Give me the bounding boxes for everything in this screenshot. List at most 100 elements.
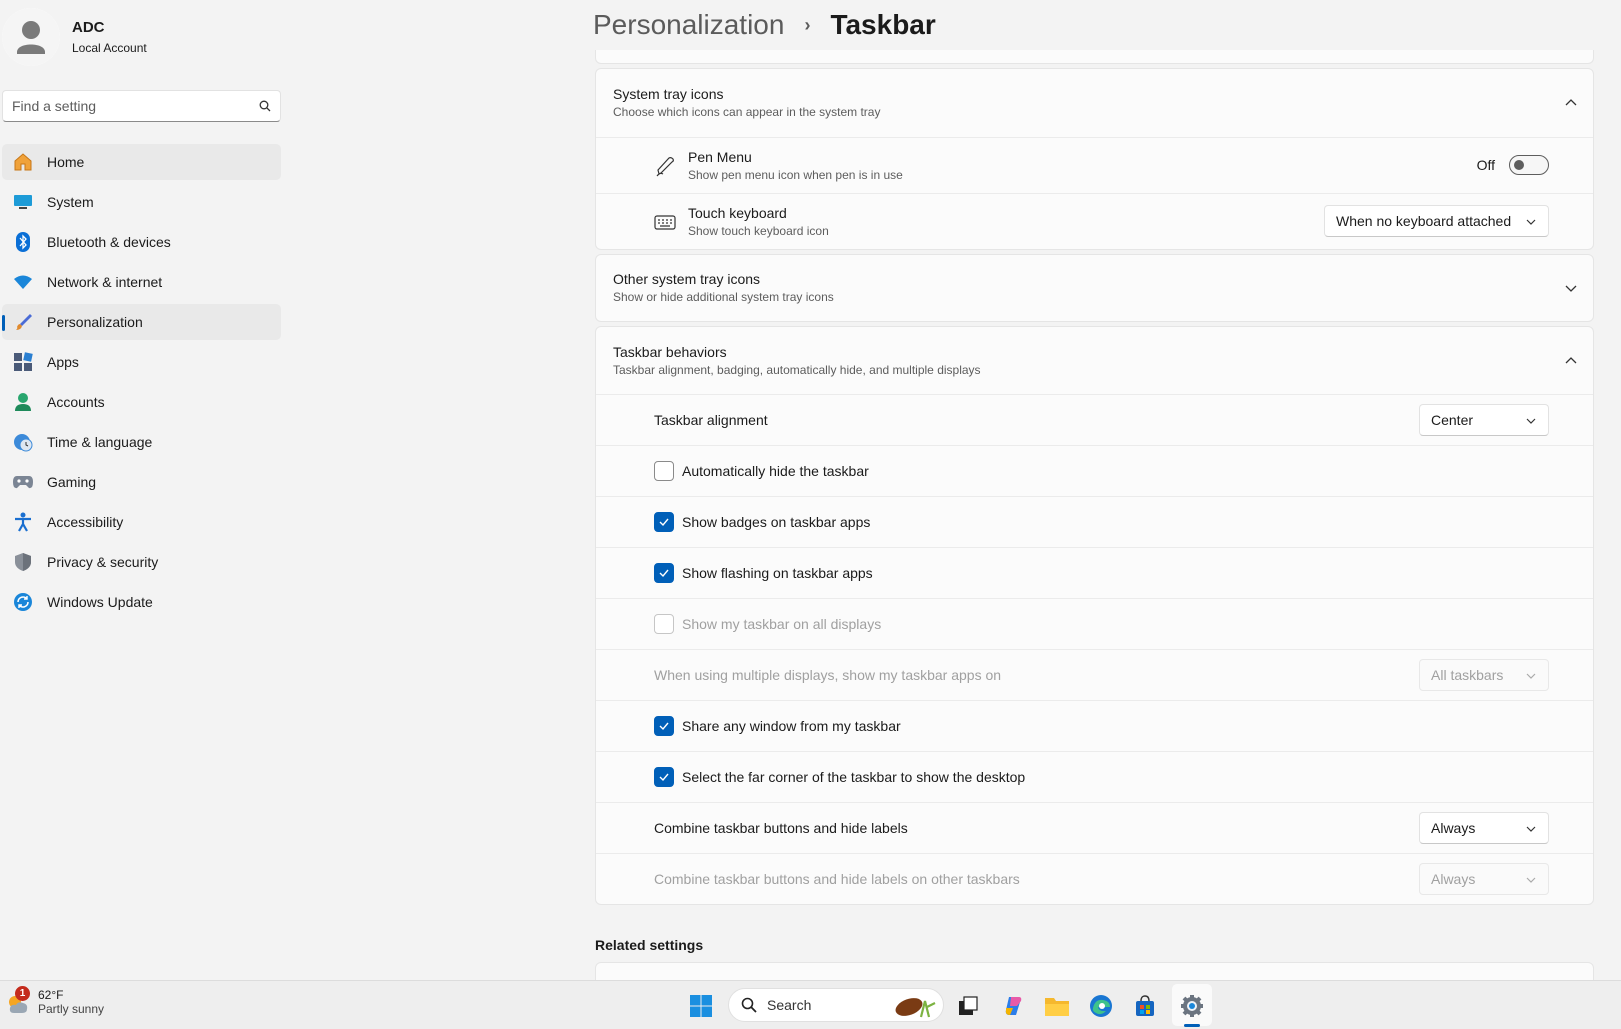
search-input[interactable]	[12, 98, 259, 114]
pen-menu-toggle[interactable]	[1509, 154, 1549, 175]
sidebar-item-privacy[interactable]: Privacy & security	[2, 544, 281, 580]
accessibility-icon	[12, 511, 34, 533]
sidebar-item-personalization[interactable]: Personalization	[2, 304, 281, 340]
task-view-button[interactable]	[954, 992, 982, 1020]
keyboard-icon	[654, 214, 676, 230]
chevron-up-icon[interactable]	[1565, 355, 1577, 367]
far-corner-label: Select the far corner of the taskbar to …	[682, 768, 1026, 785]
store-button[interactable]	[1131, 992, 1159, 1020]
auto-hide-label: Automatically hide the taskbar	[682, 462, 869, 479]
combine-dropdown[interactable]: Always	[1419, 812, 1549, 844]
system-tray-header[interactable]: System tray icons Choose which icons can…	[596, 69, 1593, 137]
weather-desc: Partly sunny	[38, 1002, 105, 1016]
nav-list: Home System Bluetooth & devices Network …	[2, 144, 281, 624]
update-icon	[12, 591, 34, 613]
share-window-checkbox[interactable]	[654, 716, 674, 736]
profile[interactable]: ADC Local Account	[2, 8, 147, 66]
bluetooth-icon	[12, 231, 34, 253]
touch-keyboard-value: When no keyboard attached	[1336, 213, 1512, 229]
sidebar-item-system[interactable]: System	[2, 184, 281, 220]
weather-badge: 1	[15, 985, 30, 1001]
system-icon	[12, 191, 34, 213]
far-corner-checkbox[interactable]	[654, 767, 674, 787]
settings-app-button[interactable]	[1178, 992, 1206, 1020]
chevron-up-icon[interactable]	[1565, 97, 1577, 109]
taskbar-alignment-value: Center	[1431, 412, 1474, 428]
copilot-icon	[1005, 997, 1022, 1015]
checkmark-icon	[659, 569, 669, 578]
settings-search[interactable]	[2, 90, 281, 122]
selection-indicator	[2, 315, 5, 331]
sidebar-item-label: Apps	[47, 354, 79, 370]
sidebar-item-label: Time & language	[47, 434, 153, 450]
weather-temp: 62°F	[38, 988, 64, 1002]
breadcrumb: Personalization › Taskbar	[593, 6, 936, 44]
taskbar-search[interactable]: Search	[728, 988, 944, 1022]
home-icon	[12, 151, 34, 173]
chevron-down-icon	[1526, 877, 1536, 883]
folder-icon	[1045, 998, 1069, 1016]
badges-row: Show badges on taskbar apps	[596, 496, 1593, 547]
edge-button[interactable]	[1087, 992, 1115, 1020]
multi-display-apps-row: When using multiple displays, show my ta…	[596, 649, 1593, 700]
chevron-down-icon	[1526, 219, 1536, 225]
taskbar-search-label: Search	[767, 997, 812, 1013]
accounts-icon	[12, 391, 34, 413]
sidebar-item-accounts[interactable]: Accounts	[2, 384, 281, 420]
sidebar-item-label: Accounts	[47, 394, 105, 410]
share-window-row: Share any window from my taskbar	[596, 700, 1593, 751]
search-icon[interactable]	[259, 100, 271, 112]
auto-hide-checkbox[interactable]	[654, 461, 674, 481]
avatar[interactable]	[2, 8, 60, 66]
pen-menu-state: Off	[1476, 156, 1495, 173]
partly-sunny-icon: 1	[6, 985, 30, 1015]
search-highlight-icon	[895, 998, 936, 1018]
related-settings-heading: Related settings	[595, 937, 704, 953]
taskbar-behaviors-header[interactable]: Taskbar behaviors Taskbar alignment, bad…	[596, 327, 1593, 394]
sidebar-item-gaming[interactable]: Gaming	[2, 464, 281, 500]
taskbar-behaviors-card: Taskbar behaviors Taskbar alignment, bad…	[595, 326, 1594, 905]
all-displays-label: Show my taskbar on all displays	[682, 615, 882, 632]
sidebar-item-label: Network & internet	[47, 274, 163, 290]
chevron-down-icon	[1526, 826, 1536, 832]
sidebar-item-windows-update[interactable]: Windows Update	[2, 584, 281, 620]
chevron-down-icon[interactable]	[1565, 282, 1577, 294]
flashing-row: Show flashing on taskbar apps	[596, 547, 1593, 598]
clock-icon	[12, 431, 34, 453]
start-button[interactable]	[687, 992, 715, 1020]
other-tray-header[interactable]: Other system tray icons Show or hide add…	[596, 255, 1593, 321]
taskbar-behaviors-subtitle: Taskbar alignment, badging, automaticall…	[613, 362, 981, 377]
pen-menu-title: Pen Menu	[688, 148, 752, 165]
taskbar-alignment-dropdown[interactable]: Center	[1419, 404, 1549, 436]
weather-widget[interactable]: 1 62°F Partly sunny	[6, 985, 105, 1017]
chevron-down-icon	[1526, 418, 1536, 424]
badges-checkbox[interactable]	[654, 512, 674, 532]
multi-display-apps-label: When using multiple displays, show my ta…	[654, 666, 1002, 683]
sidebar-item-time-language[interactable]: Time & language	[2, 424, 281, 460]
checkmark-icon	[659, 518, 669, 527]
brush-icon	[12, 311, 34, 333]
gear-icon	[1181, 995, 1203, 1017]
taskbar-alignment-label: Taskbar alignment	[654, 411, 768, 428]
edge-icon	[1090, 995, 1112, 1017]
sidebar-item-home[interactable]: Home	[2, 144, 281, 180]
combine-value: Always	[1431, 820, 1476, 836]
touch-keyboard-dropdown[interactable]: When no keyboard attached	[1324, 205, 1549, 237]
touch-keyboard-subtitle: Show touch keyboard icon	[688, 223, 829, 238]
sidebar-item-apps[interactable]: Apps	[2, 344, 281, 380]
search-icon	[741, 997, 757, 1013]
sidebar-item-network[interactable]: Network & internet	[2, 264, 281, 300]
combine-other-value: Always	[1431, 871, 1476, 887]
sidebar-item-accessibility[interactable]: Accessibility	[2, 504, 281, 540]
flashing-checkbox[interactable]	[654, 563, 674, 583]
sidebar-item-bluetooth[interactable]: Bluetooth & devices	[2, 224, 281, 260]
windows-taskbar: 1 62°F Partly sunny Search	[0, 980, 1621, 1029]
breadcrumb-parent[interactable]: Personalization	[593, 9, 784, 41]
copilot-button[interactable]	[999, 992, 1027, 1020]
file-explorer-button[interactable]	[1043, 992, 1071, 1020]
combine-other-row: Combine taskbar buttons and hide labels …	[596, 853, 1593, 904]
active-app-indicator	[1184, 1024, 1200, 1027]
share-window-label: Share any window from my taskbar	[682, 717, 901, 734]
shield-icon	[12, 551, 34, 573]
system-tray-title: System tray icons	[613, 86, 724, 102]
